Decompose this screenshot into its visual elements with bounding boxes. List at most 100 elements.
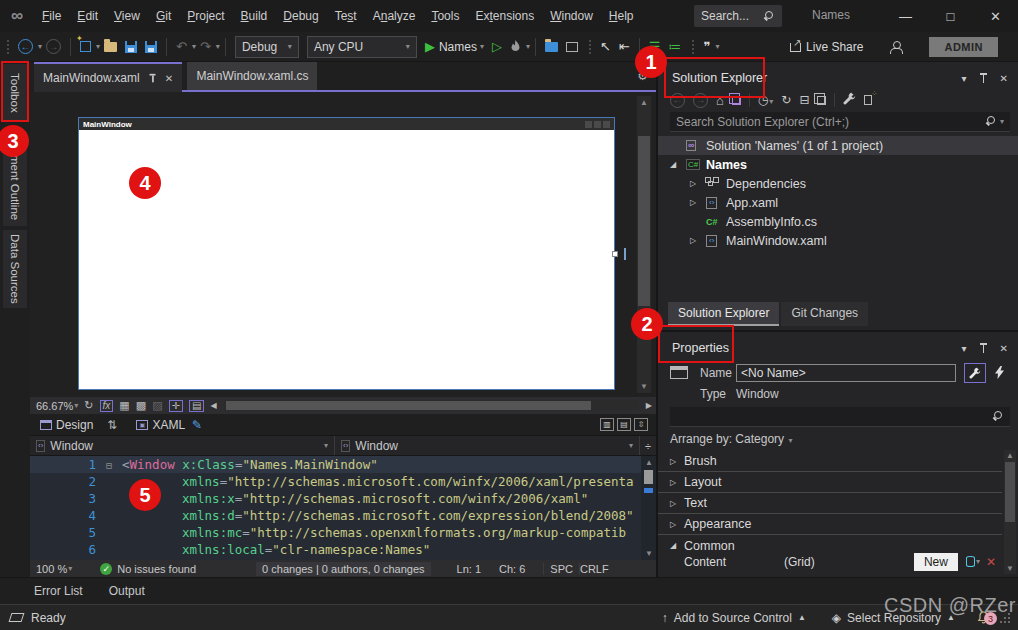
document-outline-tab[interactable]: ment Outline — [3, 150, 27, 226]
save-all-icon[interactable] — [145, 41, 157, 53]
collapsed-arrow-icon[interactable]: ▷ — [690, 179, 706, 188]
xaml-code-editor[interactable]: 1⊟<Window x:Class="Names.MainWindow"2xml… — [30, 456, 656, 560]
menu-debug[interactable]: Debug — [275, 9, 326, 23]
live-share-icon[interactable] — [790, 43, 801, 52]
collapse-all-icon[interactable]: ⊟ — [799, 93, 809, 107]
tree-item-dependencies[interactable]: ▷Dependencies — [658, 174, 1018, 193]
maximize-button[interactable]: □ — [928, 0, 973, 32]
fold-collapse-icon[interactable]: ⊟ — [106, 457, 122, 474]
menu-test[interactable]: Test — [327, 9, 365, 23]
category-appearance[interactable]: ▷Appearance — [658, 514, 1002, 535]
tree-item-assemblyinfo-cs[interactable]: AssemblyInfo.cs — [658, 212, 1018, 231]
reset-icon[interactable]: ✕ — [986, 555, 996, 569]
snap-to-grid-icon[interactable]: ▤ — [189, 400, 204, 412]
code-line-6[interactable]: 6xmlns:local="clr-namespace:Names" — [30, 541, 656, 558]
save-icon[interactable] — [125, 41, 137, 53]
scroll-down-icon[interactable]: ▼ — [645, 549, 653, 558]
code-line-4[interactable]: 4xmlns:d="http://schemas.microsoft.com/e… — [30, 507, 656, 524]
select-element-icon[interactable]: ↖ — [600, 40, 611, 53]
add-to-source-control[interactable]: Add to Source Control — [674, 611, 792, 625]
property-marker-icon[interactable] — [966, 556, 975, 567]
window-position-icon[interactable]: ▾ — [962, 343, 967, 354]
window-position-icon[interactable]: ▾ — [962, 73, 967, 84]
scroll-right-icon[interactable]: ▶ — [646, 402, 652, 410]
close-icon[interactable]: ✕ — [1000, 73, 1008, 84]
find-in-files-icon[interactable] — [545, 42, 558, 52]
debug-config-dropdown[interactable]: Debug▾ — [235, 36, 299, 58]
open-folder-icon[interactable] — [104, 42, 117, 52]
collapsed-arrow-icon[interactable]: ▷ — [670, 499, 684, 508]
arrange-by[interactable]: Arrange by: Category ▾ — [658, 427, 1018, 451]
new-project-icon[interactable] — [80, 41, 91, 52]
navigate-back-dropdown[interactable]: ▾ — [38, 42, 42, 51]
collapsed-arrow-icon[interactable]: ▷ — [670, 478, 684, 487]
run-target-label[interactable]: Names — [439, 40, 477, 54]
solution-search-box[interactable]: Search Solution Explorer (Ctrl+;) ▾ — [670, 112, 1010, 132]
menu-git[interactable]: Git — [148, 9, 179, 23]
new-button[interactable]: New — [914, 553, 958, 571]
category-layout[interactable]: ▷Layout — [658, 472, 1002, 493]
admin-button[interactable]: ADMIN — [929, 37, 998, 57]
scrollbar-thumb[interactable] — [226, 401, 591, 410]
xaml-view-label[interactable]: XAML — [152, 418, 185, 432]
space-indicator[interactable]: SPC — [543, 563, 580, 575]
breadcrumb-right[interactable]: ‹› Window ▾ — [335, 436, 640, 455]
tab-mainwindow-xaml-cs[interactable]: MainWindow.xaml.cs — [187, 62, 317, 90]
menu-file[interactable]: File — [34, 9, 69, 23]
scroll-down-icon[interactable]: ▼ — [1006, 564, 1014, 573]
scroll-up-icon[interactable]: ▲ — [645, 458, 653, 467]
sync-icon[interactable]: ↻ — [781, 93, 791, 107]
menu-project[interactable]: Project — [179, 9, 232, 23]
close-tab-icon[interactable]: ✕ — [165, 73, 173, 84]
menu-help[interactable]: Help — [601, 9, 642, 23]
tab-error-list[interactable]: Error List — [34, 584, 83, 598]
uncomment-icon[interactable]: ≔ — [668, 40, 681, 53]
changes-indicator[interactable]: 0 changes | 0 authors, 0 changes — [256, 562, 430, 576]
chevron-down-icon[interactable]: ▾ — [976, 557, 980, 566]
solution-platforms-icon[interactable] — [566, 42, 578, 52]
design-preview-window[interactable]: MainWindow — [78, 117, 615, 390]
collapse-pane-icon[interactable]: ⇳ — [634, 418, 648, 431]
sign-in-icon[interactable] — [889, 41, 903, 53]
zoom-level[interactable]: 66.67% — [36, 400, 73, 412]
start-debug-icon[interactable]: ▶ — [425, 40, 435, 53]
tab-output[interactable]: Output — [109, 584, 145, 598]
pin-icon[interactable] — [148, 73, 156, 82]
scroll-up-icon[interactable]: ▲ — [1006, 451, 1014, 460]
swap-panes-icon[interactable]: ⇅ — [107, 419, 117, 431]
horizontal-split-icon[interactable]: ▤ — [617, 418, 631, 431]
collapsed-arrow-icon[interactable]: ▷ — [670, 520, 684, 529]
start-without-debug-icon[interactable]: ▷ — [492, 40, 502, 53]
snapline-icon[interactable]: ✛ — [169, 400, 183, 412]
menu-window[interactable]: Window — [542, 9, 601, 23]
search-box[interactable]: Search... — [694, 5, 782, 27]
navigate-forward-icon[interactable]: → — [46, 39, 61, 54]
line-indicator[interactable]: Ln: 1 — [457, 563, 481, 575]
menu-tools[interactable]: Tools — [423, 9, 467, 23]
menu-analyze[interactable]: Analyze — [365, 9, 424, 23]
collapsed-arrow-icon[interactable]: ▷ — [670, 457, 684, 466]
code-line-3[interactable]: 3xmlns:x="http://schemas.microsoft.com/w… — [30, 490, 656, 507]
new-project-dropdown[interactable]: ▾ — [96, 42, 100, 51]
scrollbar-thumb[interactable] — [638, 136, 650, 306]
run-target-dropdown[interactable]: ▾ — [480, 42, 484, 51]
events-lightning-button[interactable] — [988, 363, 1010, 383]
name-input[interactable]: <No Name> — [736, 364, 956, 382]
tab-git-changes[interactable]: Git Changes — [781, 302, 868, 326]
scrollbar-thumb[interactable] — [644, 470, 653, 484]
background-icon[interactable]: ▨ — [152, 400, 162, 411]
menu-edit[interactable]: Edit — [69, 9, 106, 23]
expanded-arrow-icon[interactable]: ◢ — [670, 541, 684, 550]
grid-icon[interactable]: ▦ — [119, 400, 129, 411]
category-text[interactable]: ▷Text — [658, 493, 1002, 514]
scroll-left-icon[interactable]: ◀ — [210, 402, 216, 410]
refresh-icon[interactable]: ↻ — [84, 400, 93, 411]
properties-scrollbar[interactable]: ▲ ▼ — [1004, 450, 1016, 574]
menu-extensions[interactable]: Extensions — [467, 9, 542, 23]
quick-actions-icon[interactable]: ❞ — [703, 40, 710, 53]
pin-icon[interactable] — [979, 73, 988, 84]
redo-icon[interactable]: ↷ — [200, 40, 211, 53]
eol-indicator[interactable]: CRLF — [580, 563, 609, 575]
tree-item-names[interactable]: ◢Names — [658, 155, 1018, 174]
code-line-2[interactable]: 2xmlns="http://schemas.microsoft.com/win… — [30, 473, 656, 490]
